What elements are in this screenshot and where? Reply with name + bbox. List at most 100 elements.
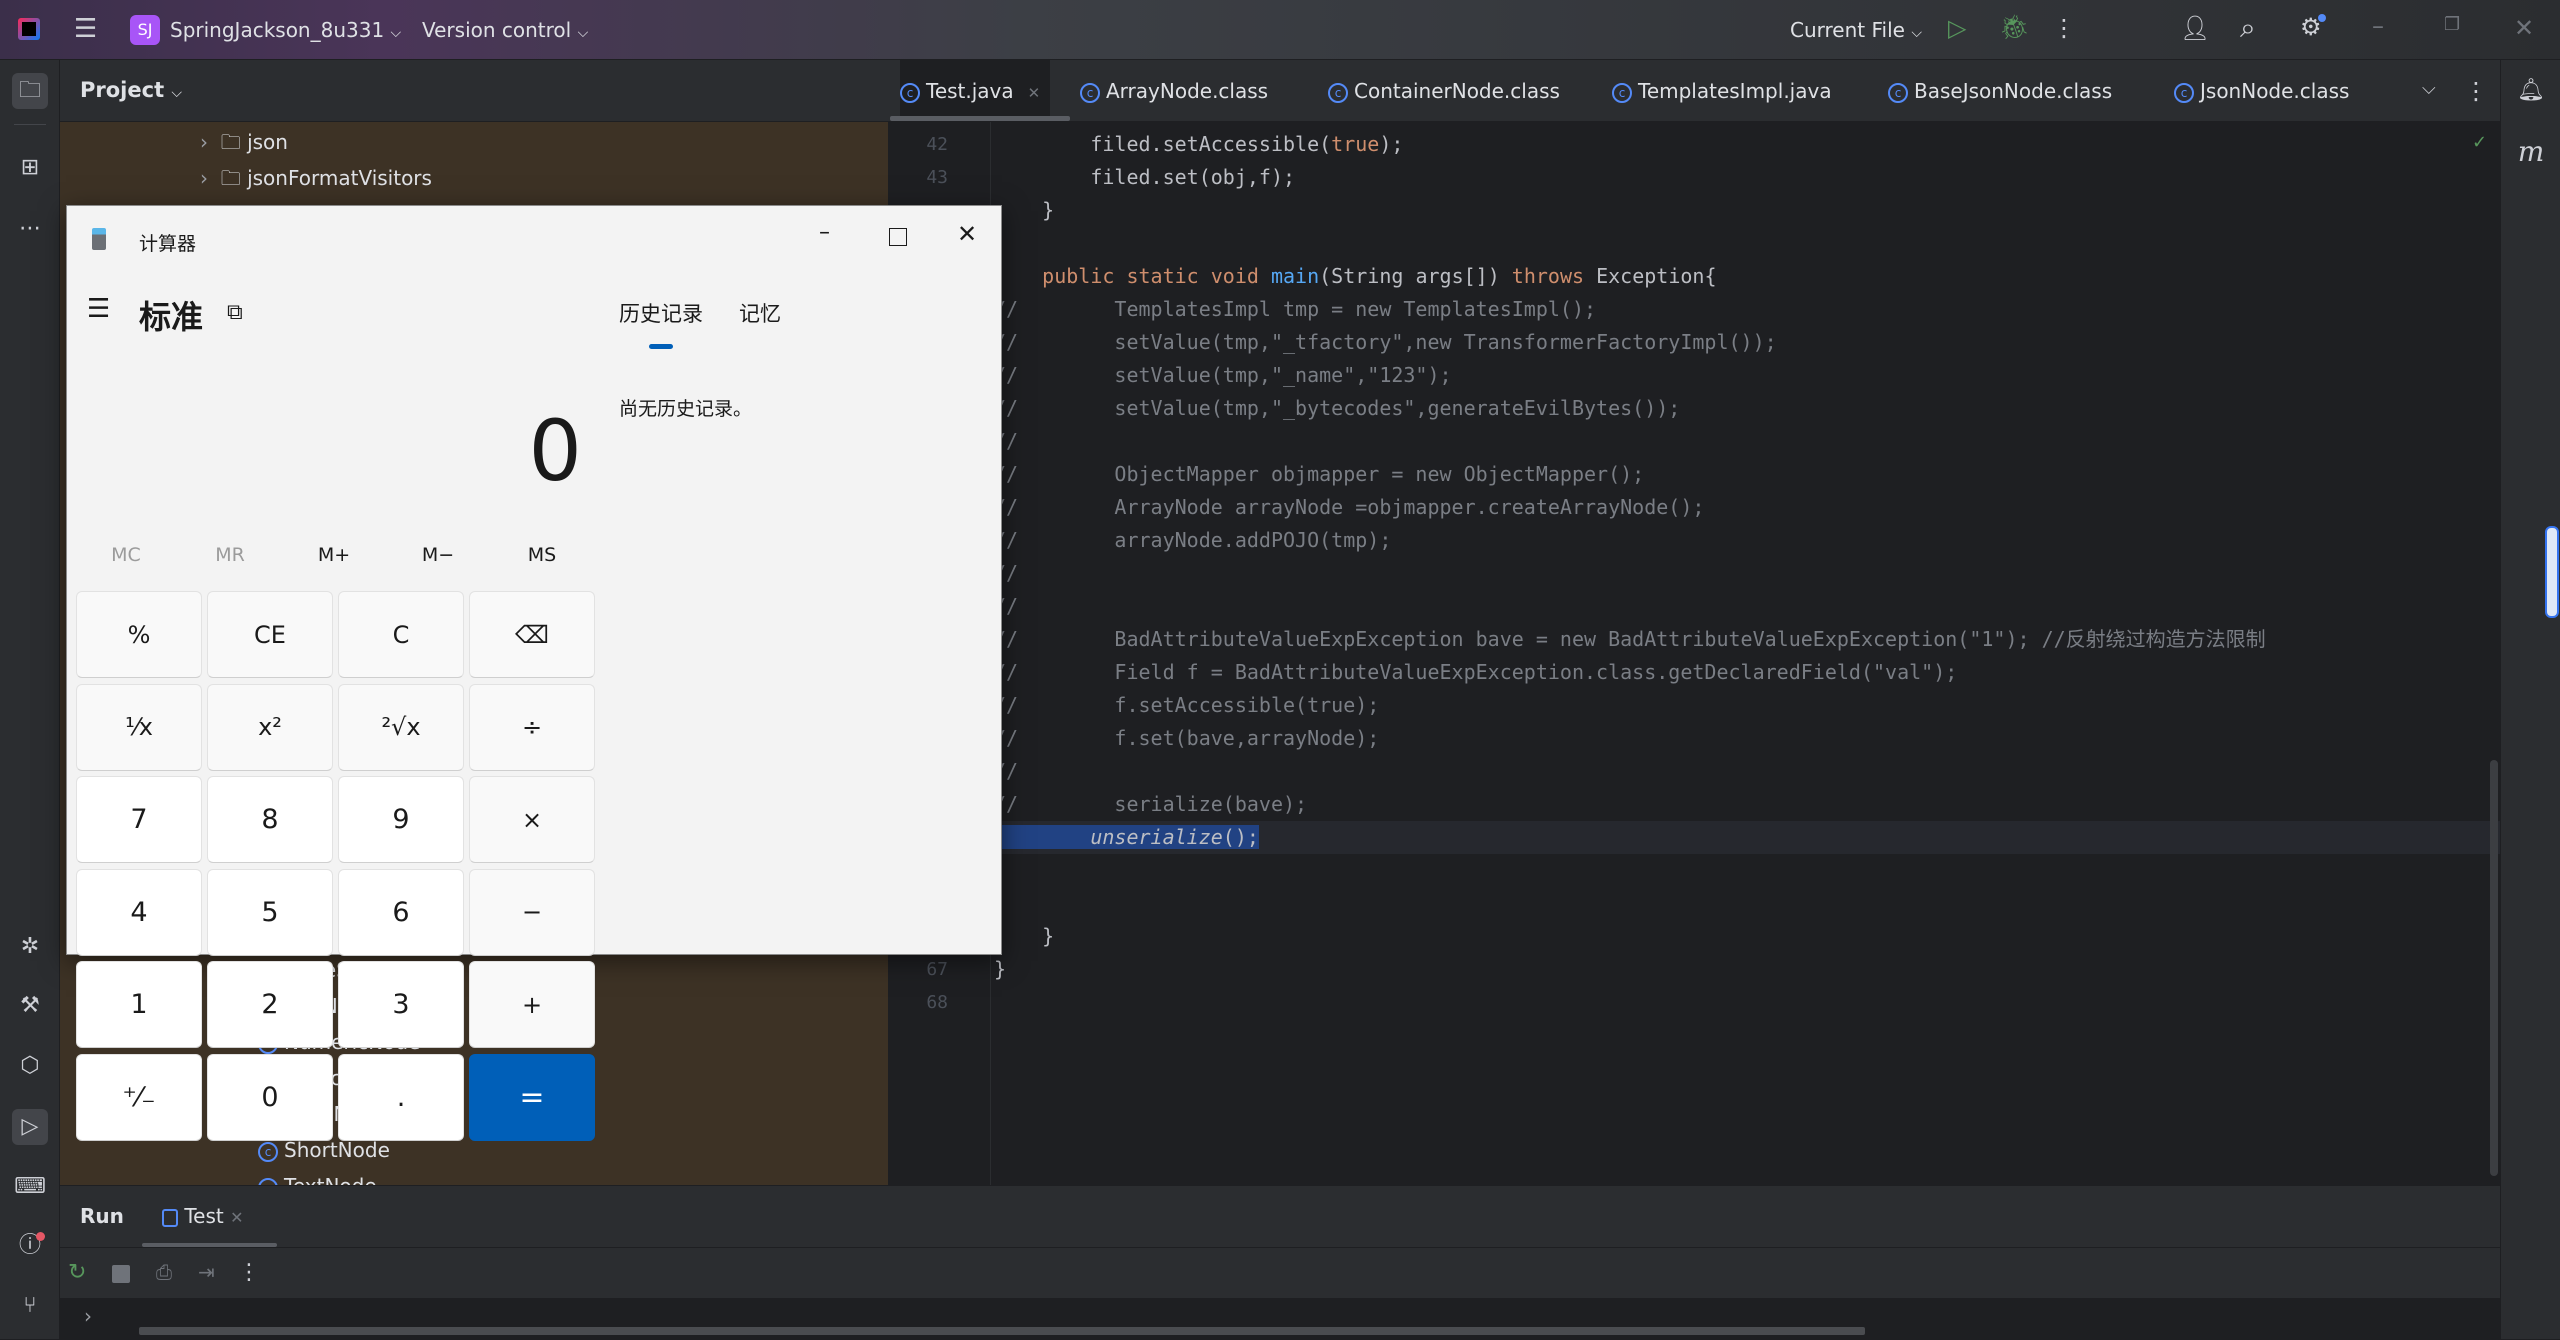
history-tab[interactable]: 历史记录 (619, 298, 703, 328)
equals-button[interactable]: = (469, 1054, 595, 1141)
navigation-menu-icon[interactable]: ☰ (87, 294, 110, 324)
minimize-icon[interactable]: – (2372, 14, 2384, 38)
project-view-dropdown[interactable]: Project ⌵ (80, 78, 182, 102)
digit-5-button[interactable]: 5 (207, 868, 333, 956)
square-button[interactable]: x² (207, 683, 333, 771)
digit-4-button[interactable]: 4 (76, 868, 202, 956)
add-button[interactable]: + (469, 961, 595, 1049)
debug-icon[interactable]: 🐞︎ (1999, 15, 2029, 39)
more-actions-icon[interactable]: ⋮ (2052, 16, 2076, 40)
digit-3-button[interactable]: 3 (338, 961, 464, 1049)
editor-vertical-scrollbar[interactable] (2490, 760, 2498, 1176)
no-problems-check-icon[interactable]: ✓ (2472, 132, 2487, 153)
right-tool-strip: 🔔︎ m (2500, 60, 2560, 1339)
editor-tab[interactable]: c TemplatesImpl.java (1612, 60, 1832, 122)
memory-tab[interactable]: 记忆 (739, 298, 781, 328)
rerun-icon[interactable]: ↻ (68, 1262, 86, 1284)
maximize-button[interactable] (889, 228, 907, 246)
square-root-button[interactable]: ²√x (338, 683, 464, 771)
build-hammer-icon[interactable]: ⚒ (12, 988, 48, 1024)
tree-folder[interactable]: › 🗀 jsonFormatVisitors (200, 160, 432, 196)
code-token: true (1331, 132, 1380, 156)
clear-entry-button[interactable]: CE (207, 591, 333, 678)
tabs-dropdown-icon[interactable]: ⌵ (2422, 80, 2436, 98)
structure-icon[interactable]: ⊞ (12, 150, 48, 186)
run-config-label: Current File (1790, 18, 1905, 42)
run-panel-icon[interactable]: ▷ (12, 1109, 48, 1145)
memory-button-mplus[interactable]: M+ (304, 544, 364, 566)
memory-button-ms[interactable]: MS (512, 544, 572, 566)
git-icon[interactable]: ⑂ (12, 1288, 48, 1324)
negate-button[interactable]: ⁺⁄₋ (76, 1054, 202, 1141)
minimize-button[interactable]: – (819, 220, 830, 245)
run-icon[interactable]: ▷ (1948, 16, 1966, 40)
notifications-bell-icon[interactable]: 🔔︎ (2513, 73, 2549, 109)
maven-icon[interactable]: m (2513, 134, 2549, 170)
digit-2-button[interactable]: 2 (207, 961, 333, 1049)
project-name-dropdown[interactable]: SpringJackson_8u331 ⌵ (170, 18, 401, 42)
exit-icon[interactable]: ⇥ (198, 1262, 215, 1282)
folder-icon: 🗀 (220, 130, 241, 154)
java-class-icon: c (1888, 82, 1908, 103)
digit-0-button[interactable]: 0 (207, 1054, 333, 1141)
digit-7-button[interactable]: 7 (76, 776, 202, 864)
screenshot-camera-icon[interactable]: ⎙ (156, 1262, 172, 1282)
restore-icon[interactable]: ❐ (2444, 16, 2460, 34)
tree-folder[interactable]: › 🗀 json (200, 124, 288, 160)
memory-button-mr[interactable]: MR (200, 544, 260, 566)
more-icon[interactable]: ⋮ (238, 1262, 260, 1284)
more-tools-icon[interactable]: ⋯ (12, 211, 48, 247)
tabs-more-icon[interactable]: ⋮ (2464, 79, 2488, 103)
code-editor[interactable]: 42 filed.setAccessible(true); 43 filed.se… (888, 122, 2500, 1185)
clear-button[interactable]: C (338, 591, 464, 678)
project-avatar[interactable]: SJ (130, 15, 160, 45)
decimal-button[interactable]: . (338, 1054, 464, 1141)
reciprocal-button[interactable]: ¹⁄x (76, 683, 202, 771)
line-number: 67 (926, 959, 948, 980)
digit-9-button[interactable]: 9 (338, 776, 464, 864)
run-tab-test[interactable]: Test ✕ (162, 1204, 244, 1228)
code-line: } (994, 194, 1054, 227)
services-icon[interactable]: ⬡ (12, 1048, 48, 1084)
console-horizontal-scrollbar[interactable] (139, 1327, 1865, 1335)
main-menu-icon[interactable]: ☰ (74, 16, 97, 42)
java-class-icon: c (1612, 82, 1632, 103)
intellij-logo-icon[interactable] (18, 18, 40, 40)
divide-button[interactable]: ÷ (469, 683, 595, 771)
editor-tab[interactable]: c Test.java ✕ (900, 60, 1051, 122)
update-dot (2318, 14, 2326, 22)
code-line: // BadAttributeValueExpException bave = … (994, 623, 2266, 656)
run-config-dropdown[interactable]: Current File ⌵ (1790, 18, 1922, 42)
editor-tab[interactable]: c BaseJsonNode.class (1888, 60, 2112, 122)
close-tab-icon[interactable]: ✕ (230, 1208, 243, 1227)
editor-tab[interactable]: c ContainerNode.class (1328, 60, 1560, 122)
side-scroll-thumb[interactable] (2545, 526, 2559, 618)
stop-icon[interactable] (112, 1265, 130, 1283)
editor-tab[interactable]: c ArrayNode.class (1080, 60, 1268, 122)
java-class-icon: c (2174, 82, 2194, 103)
close-icon[interactable]: ✕ (2514, 16, 2534, 40)
percent-button[interactable]: % (76, 591, 202, 678)
java-class-icon: c (900, 82, 920, 103)
backspace-button[interactable]: ⌫ (469, 591, 595, 678)
debug-icon[interactable]: ✲ (12, 929, 48, 965)
keep-on-top-icon[interactable]: ⧉ (227, 300, 243, 325)
code-line: filed.set(obj,f); (994, 161, 1295, 194)
close-button[interactable]: ✕ (957, 220, 977, 248)
code-line: } (994, 920, 1054, 953)
memory-button-mc[interactable]: MC (96, 544, 156, 566)
digit-1-button[interactable]: 1 (76, 961, 202, 1049)
multiply-button[interactable]: × (469, 776, 595, 864)
memory-button-mminus[interactable]: M− (408, 544, 468, 566)
subtract-button[interactable]: − (469, 868, 595, 956)
editor-tab[interactable]: c JsonNode.class (2174, 60, 2349, 122)
terminal-icon[interactable]: ⌨ (12, 1169, 48, 1205)
close-tab-icon[interactable]: ✕ (1028, 84, 1041, 102)
version-control-dropdown[interactable]: Version control ⌵ (422, 18, 588, 42)
code-token: // setValue(tmp,"_tfactory",new Transfor… (994, 330, 1777, 354)
digit-6-button[interactable]: 6 (338, 868, 464, 956)
digit-8-button[interactable]: 8 (207, 776, 333, 864)
add-user-icon[interactable]: 👤︎ (2180, 16, 2210, 40)
search-icon[interactable]: ⌕ (2240, 14, 2256, 42)
project-folder-icon[interactable]: 🗀 (12, 73, 48, 109)
